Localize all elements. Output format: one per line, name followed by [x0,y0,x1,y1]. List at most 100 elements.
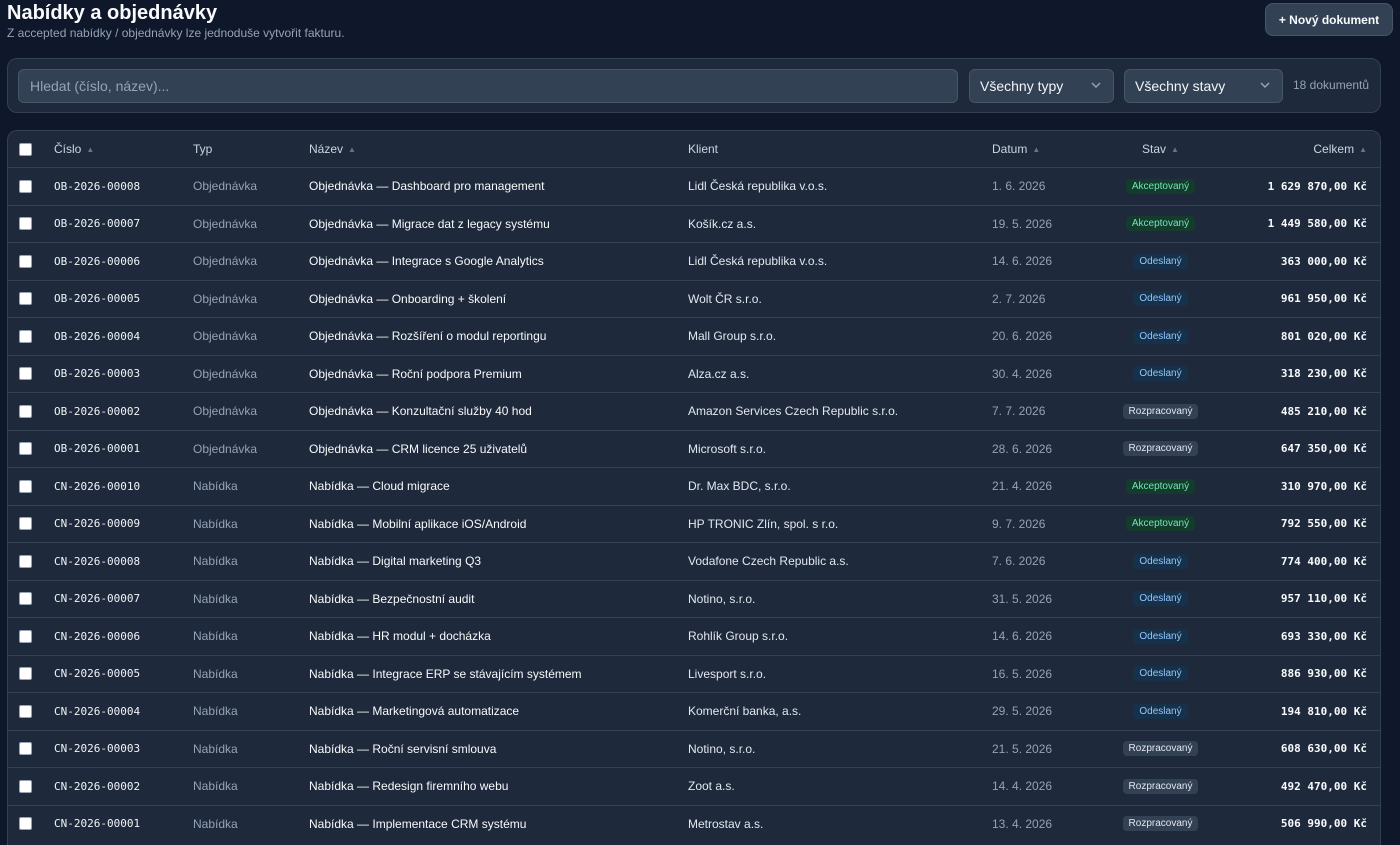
filter-bar: Všechny typy Všechny stavy 18 dokumentů [7,58,1381,113]
document-number[interactable]: OB-2026-00007 [54,206,140,243]
sort-icon: ▲ [1171,144,1179,154]
document-number[interactable]: CN-2026-00009 [54,506,140,543]
document-name[interactable]: Objednávka — Roční podpora Premium [309,356,522,393]
column-header-name[interactable]: Název ▲ [309,131,356,167]
row-checkbox[interactable] [19,517,32,531]
document-number[interactable]: OB-2026-00002 [54,393,140,430]
row-checkbox[interactable] [19,292,32,306]
new-document-button[interactable]: + Nový dokument [1265,3,1393,36]
client-name: Lidl Česká republika v.o.s. [688,254,828,269]
document-name[interactable]: Objednávka — Integrace s Google Analytic… [309,243,544,280]
table-row[interactable]: CN-2026-00007 Nabídka Nabídka — Bezpečnost… [8,579,1380,618]
document-number[interactable]: OB-2026-00003 [54,356,140,393]
status-badge: Rozpracovaný [1122,403,1199,419]
document-name[interactable]: Nabídka — Redesign firemního webu [309,768,508,805]
table-row[interactable]: CN-2026-00009 Nabídka Nabídka — Mobilní ap… [8,504,1380,543]
document-number[interactable]: CN-2026-00007 [54,581,140,618]
search-input[interactable] [18,69,958,103]
document-number[interactable]: CN-2026-00010 [54,468,140,505]
document-number[interactable]: CN-2026-00006 [54,618,140,655]
row-checkbox[interactable] [19,629,32,643]
document-date: 14. 6. 2026 [992,629,1053,644]
column-header-number[interactable]: Číslo ▲ [54,131,94,167]
column-header-date[interactable]: Datum ▲ [992,131,1040,167]
document-number[interactable]: CN-2026-00001 [54,806,140,843]
document-number[interactable]: CN-2026-00008 [54,543,140,580]
document-date: 31. 5. 2026 [992,591,1053,606]
document-name[interactable]: Nabídka — Mobilní aplikace iOS/Android [309,506,526,543]
document-name[interactable]: Nabídka — Implementace CRM systému [309,806,526,843]
row-checkbox[interactable] [19,479,32,493]
table-row[interactable]: OB-2026-00005 Objednávka Objednávka — Onbo… [8,279,1380,318]
column-header-state[interactable]: Stav ▲ [1093,131,1228,167]
document-number[interactable]: CN-2026-00004 [54,693,140,730]
table-row[interactable]: CN-2026-00001 Nabídka Nabídka — Implementa… [8,804,1380,843]
table-row[interactable]: OB-2026-00008 Objednávka Objednávka — Dash… [8,167,1380,205]
document-name[interactable]: Nabídka — Digital marketing Q3 [309,543,481,580]
document-name[interactable]: Nabídka — Cloud migrace [309,468,450,505]
row-checkbox[interactable] [19,404,32,418]
table-row[interactable]: CN-2026-00008 Nabídka Nabídka — Digital ma… [8,542,1380,580]
document-type: Nabídka [193,666,238,681]
row-checkbox[interactable] [19,704,32,718]
column-header-type[interactable]: Typ [193,131,212,167]
document-name[interactable]: Nabídka — Bezpečnostní audit [309,581,474,618]
table-row[interactable]: CN-2026-00004 Nabídka Nabídka — Marketingo… [8,692,1380,730]
document-name[interactable]: Objednávka — Rozšíření o modul reporting… [309,318,546,355]
type-filter-select[interactable]: Všechny typy [969,69,1114,103]
table-row[interactable]: OB-2026-00001 Objednávka Objednávka — CRM … [8,429,1380,468]
document-total: 363 000,00 Kč [1280,254,1367,268]
document-name[interactable]: Objednávka — Onboarding + školení [309,281,506,318]
row-checkbox[interactable] [19,217,32,231]
row-checkbox[interactable] [19,592,32,606]
row-checkbox[interactable] [19,254,32,268]
document-name[interactable]: Nabídka — Marketingová automatizace [309,693,519,730]
client-name: Amazon Services Czech Republic s.r.o. [688,404,899,419]
table-row[interactable]: OB-2026-00003 Objednávka Objednávka — Ročn… [8,354,1380,393]
document-name[interactable]: Objednávka — Migrace dat z legacy systém… [309,206,550,243]
table-row[interactable]: OB-2026-00006 Objednávka Objednávka — Inte… [8,242,1380,280]
table-row[interactable]: CN-2026-00002 Nabídka Nabídka — Redesign f… [8,767,1380,805]
row-checkbox[interactable] [19,667,32,681]
row-checkbox[interactable] [19,367,32,381]
document-type: Objednávka [193,404,258,419]
column-header-client[interactable]: Klient [688,131,718,167]
row-checkbox[interactable] [19,329,32,343]
table-row[interactable]: CN-2026-00010 Nabídka Nabídka — Cloud migr… [8,467,1380,505]
document-name[interactable]: Objednávka — Konzultační služby 40 hod [309,393,532,430]
table-row[interactable]: OB-2026-00007 Objednávka Objednávka — Migr… [8,204,1380,243]
type-filter-value: Všechny typy [980,78,1064,94]
table-row[interactable]: CN-2026-00006 Nabídka Nabídka — HR modul +… [8,617,1380,655]
table-row[interactable]: CN-2026-00005 Nabídka Nabídka — Integrace … [8,654,1380,693]
document-number[interactable]: OB-2026-00001 [54,431,140,468]
document-number[interactable]: CN-2026-00003 [54,731,140,768]
document-number[interactable]: OB-2026-00005 [54,281,140,318]
row-checkbox[interactable] [19,442,32,456]
document-number[interactable]: CN-2026-00005 [54,656,140,693]
document-name[interactable]: Objednávka — CRM licence 25 uživatelů [309,431,527,468]
document-name[interactable]: Nabídka — HR modul + docházka [309,618,491,655]
state-filter-select[interactable]: Všechny stavy [1124,69,1283,103]
document-number[interactable]: OB-2026-00008 [54,168,140,205]
document-total: 1 629 870,00 Kč [1267,179,1367,193]
table-row[interactable]: CN-2026-00003 Nabídka Nabídka — Roční serv… [8,729,1380,768]
select-all-checkbox[interactable] [19,142,32,156]
row-checkbox[interactable] [19,742,32,756]
table-row[interactable]: OB-2026-00002 Objednávka Objednávka — Konz… [8,392,1380,430]
column-header-total[interactable]: Celkem ▲ [1313,131,1367,167]
chevron-down-icon [1260,82,1270,89]
row-checkbox[interactable] [19,554,32,568]
document-name[interactable]: Nabídka — Roční servisní smlouva [309,731,496,768]
document-type: Nabídka [193,516,238,531]
document-name[interactable]: Objednávka — Dashboard pro management [309,168,544,205]
document-type: Nabídka [193,554,238,569]
row-checkbox[interactable] [19,779,32,793]
document-number[interactable]: CN-2026-00002 [54,768,140,805]
row-checkbox[interactable] [19,179,32,193]
document-name[interactable]: Nabídka — Integrace ERP se stávajícím sy… [309,656,582,693]
row-checkbox[interactable] [19,817,32,831]
document-total: 886 930,00 Kč [1280,667,1367,681]
table-row[interactable]: OB-2026-00004 Objednávka Objednávka — Rozš… [8,317,1380,355]
document-number[interactable]: OB-2026-00006 [54,243,140,280]
document-number[interactable]: OB-2026-00004 [54,318,140,355]
